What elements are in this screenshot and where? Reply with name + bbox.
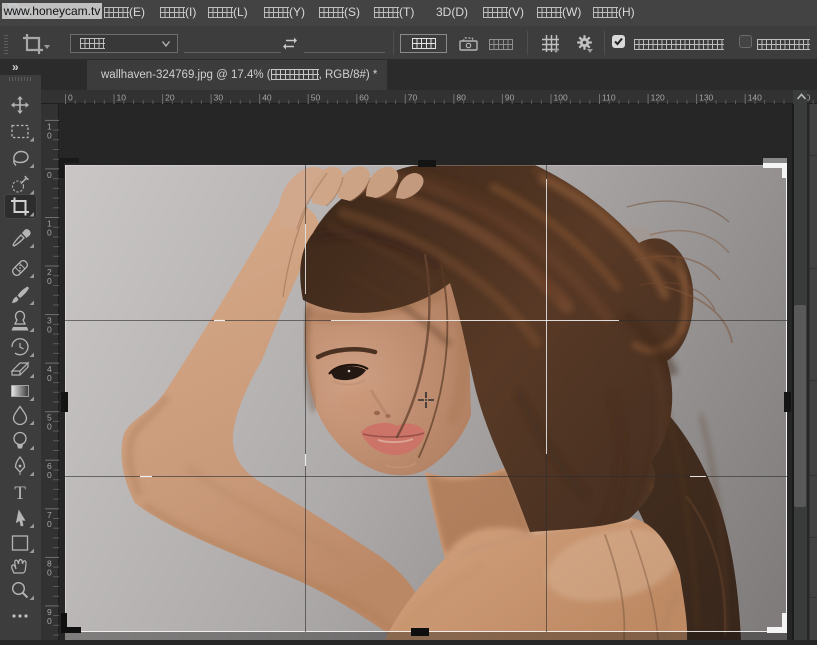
svg-text:0: 0: [47, 470, 52, 480]
svg-text:40: 40: [262, 93, 272, 103]
svg-text:0: 0: [68, 93, 73, 103]
svg-text:20: 20: [165, 93, 175, 103]
svg-text:0: 0: [47, 276, 52, 286]
svg-text:0: 0: [47, 422, 52, 432]
svg-text:10: 10: [117, 93, 127, 103]
svg-text:0: 0: [47, 567, 52, 577]
svg-text:0: 0: [47, 325, 52, 335]
svg-text:80: 80: [456, 93, 466, 103]
svg-text:0: 0: [47, 616, 52, 626]
svg-text:30: 30: [214, 93, 224, 103]
svg-text:0: 0: [47, 130, 52, 140]
svg-text:60: 60: [359, 93, 369, 103]
svg-text:70: 70: [408, 93, 418, 103]
svg-text:90: 90: [505, 93, 515, 103]
svg-text:0: 0: [47, 519, 52, 529]
svg-text:50: 50: [311, 93, 321, 103]
svg-text:0: 0: [47, 170, 52, 180]
svg-text:T: T: [14, 483, 26, 504]
svg-text:0: 0: [47, 228, 52, 238]
svg-text:0: 0: [47, 373, 52, 383]
